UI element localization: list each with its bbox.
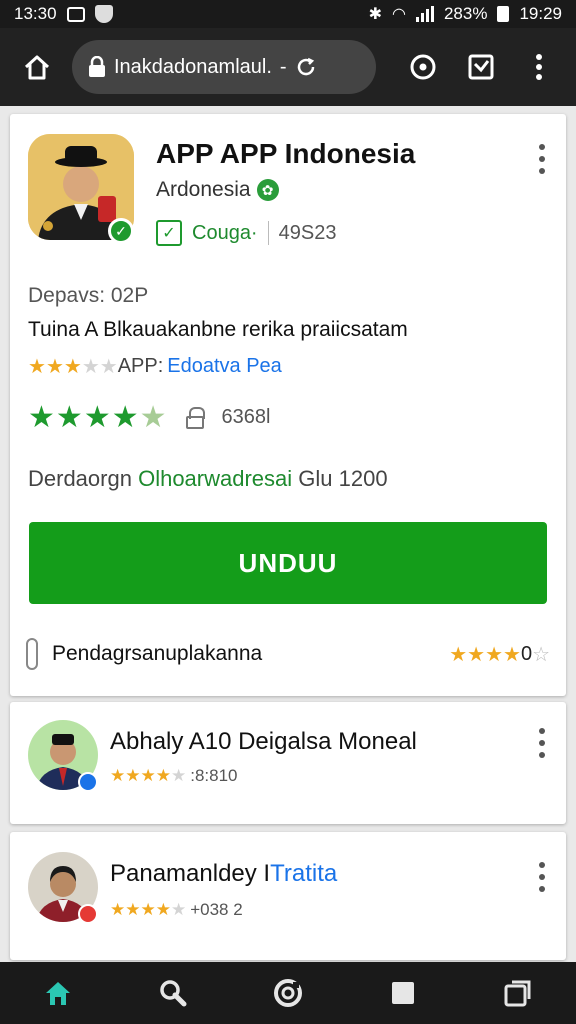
status-clock: 19:29 <box>519 4 562 23</box>
shield-notification-icon <box>94 5 113 23</box>
verified-check-icon: ✓ <box>108 218 134 244</box>
rating-row-small: ★ ★ ★ ★ ★ APP: Edoatva Pea <box>28 354 282 379</box>
app-title: APP APP Indonesia <box>156 138 416 169</box>
list-item[interactable]: Panamanldey ITratita ★★★★ ★ +038 2 <box>10 832 566 960</box>
developer-name: Ardonesia <box>156 178 251 201</box>
refresh-icon[interactable] <box>263 968 313 1018</box>
download-prefix: Derdaorgn <box>28 466 132 491</box>
download-highlight: Olhoarwadresai <box>138 466 293 491</box>
developer-row[interactable]: Ardonesia ✿ <box>156 178 279 202</box>
bottom-rating-text: 0 <box>520 642 533 665</box>
tabs-icon[interactable] <box>493 968 543 1018</box>
bottom-rating: ★★★★ 0 ☆ <box>449 642 550 666</box>
rating-link[interactable]: Edoatva Pea <box>167 355 282 378</box>
battery-icon <box>497 6 510 22</box>
download-suffix: Glu 1200 <box>298 466 388 491</box>
reviewer-rating: ★★★★ ★ :8:810 <box>110 766 238 785</box>
wifi-icon: ◠ <box>392 6 406 23</box>
rating-label: APP: <box>117 355 164 377</box>
bottom-navigation <box>0 962 576 1024</box>
large-star-rating: ★★★★★ <box>28 401 168 434</box>
app-card: ✓ APP APP Indonesia Ardonesia ✿ ✓ Couga·… <box>10 114 566 696</box>
home-icon[interactable] <box>14 44 60 90</box>
signal-icon <box>415 6 434 22</box>
url-suffix: - <box>279 55 287 78</box>
divider <box>267 221 269 245</box>
badge-label: Couga· <box>192 221 258 244</box>
refresh-icon[interactable] <box>295 56 317 78</box>
status-bar: 13:30 ✱ ◠ 283% 19:29 <box>0 0 576 28</box>
bottom-label[interactable]: Pendagrsanuplakanna <box>52 642 262 666</box>
status-time: 13:30 <box>14 4 57 23</box>
badge-row: ✓ Couga· 49S23 <box>156 220 336 246</box>
lock-icon <box>89 56 105 77</box>
lock-count: 6368l <box>221 406 271 428</box>
download-info: Derdaorgn Olhoarwadresai Glu 1200 <box>28 466 388 492</box>
lock-icon <box>185 406 205 429</box>
circle-icon[interactable] <box>400 44 446 90</box>
browser-toolbar: Inakdadonamlaul. - <box>0 28 576 106</box>
list-item[interactable]: Abhaly A10 Deigalsa Moneal ★★★★ ★ :8:810 <box>10 702 566 824</box>
app-description: Tuina A Blkauakanbne rerika praiicsatam <box>28 318 408 341</box>
home-icon[interactable] <box>33 968 83 1018</box>
gear-verified-icon: ✿ <box>256 179 279 201</box>
badge-count: 49S23 <box>278 221 337 244</box>
phone-icon <box>26 638 38 670</box>
rating-row-large: ★★★★★ 6368l <box>28 400 270 435</box>
star-outline-icon: ☆ <box>532 643 550 666</box>
review-more-options-icon[interactable] <box>534 862 550 892</box>
search-icon[interactable] <box>148 968 198 1018</box>
checkbox-icon[interactable] <box>458 44 504 90</box>
gallery-notification-icon <box>66 6 85 22</box>
app-details: Depavs: 02P <box>28 284 149 307</box>
address-bar[interactable]: Inakdadonamlaul. - <box>72 40 376 94</box>
reviewer-rating-text: +038 2 <box>190 900 243 919</box>
reviewer-rating: ★★★★ ★ +038 2 <box>110 900 243 919</box>
check-badge-icon: ✓ <box>156 220 182 246</box>
reviewer-name: Abhaly A10 Deigalsa Moneal <box>110 728 417 755</box>
red-badge-icon <box>78 904 98 924</box>
small-star-rating: ★ ★ ★ ★ ★ <box>28 356 118 378</box>
overflow-menu-icon[interactable] <box>516 44 562 90</box>
bluetooth-icon: ✱ <box>368 6 382 23</box>
app-more-options-icon[interactable] <box>534 144 550 174</box>
review-more-options-icon[interactable] <box>534 728 550 758</box>
stop-icon[interactable] <box>378 968 428 1018</box>
battery-percent: 283% <box>443 4 488 23</box>
blue-badge-icon <box>78 772 98 792</box>
reviewer-rating-text: :8:810 <box>190 766 238 785</box>
bottom-row: Pendagrsanuplakanna ★★★★ 0 ☆ <box>26 638 550 670</box>
install-button[interactable]: UNDUU <box>29 522 547 604</box>
url-text: Inakdadonamlaul. <box>114 55 272 78</box>
reviewer-name: Panamanldey ITratita <box>110 860 338 887</box>
